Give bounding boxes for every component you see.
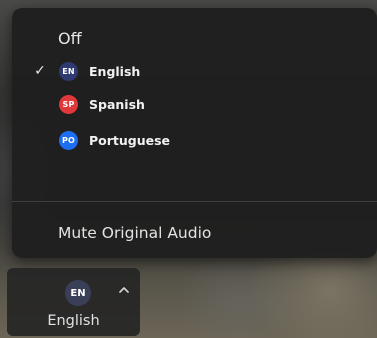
mute-original-audio-item[interactable]: Mute Original Audio [12,219,377,247]
menu-item-language-english[interactable]: ✓ EN English [12,58,377,84]
current-language-badge: EN [65,280,91,306]
language-label: Portuguese [89,132,171,148]
menu-divider [12,201,377,202]
menu-item-language-spanish[interactable]: SP Spanish [12,91,377,117]
menu-item-off-label: Off [58,28,82,48]
mute-original-audio-label: Mute Original Audio [58,224,212,242]
language-label: Spanish [89,96,145,112]
interpretation-language-button[interactable]: EN English [7,268,140,336]
chevron-up-icon[interactable] [118,284,130,296]
menu-item-language-portuguese[interactable]: PO Portuguese [12,127,377,153]
language-label: English [89,63,141,79]
language-badge-en: EN [59,61,78,81]
checkmark-icon: ✓ [34,63,46,79]
language-badge-po: PO [59,130,78,150]
language-badge-sp: SP [59,94,78,114]
menu-item-off[interactable]: Off [12,24,377,52]
current-language-label: English [47,313,100,329]
interpretation-menu: Off ✓ EN English SP Spanish PO Portugues… [12,8,377,258]
